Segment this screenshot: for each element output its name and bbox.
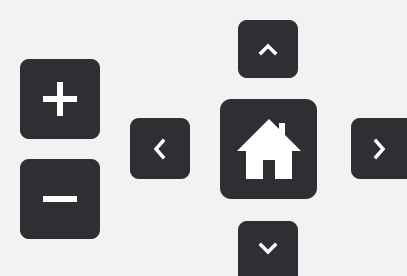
chevron-down-icon — [257, 241, 279, 257]
chevron-right-icon — [371, 137, 387, 161]
pan-up-button[interactable] — [238, 20, 298, 78]
zoom-in-button[interactable] — [20, 59, 100, 139]
pan-right-button[interactable] — [351, 118, 407, 179]
chevron-up-icon — [257, 41, 279, 57]
plus-icon — [40, 79, 80, 119]
chevron-left-icon — [152, 137, 168, 161]
minus-icon — [40, 179, 80, 219]
pan-left-button[interactable] — [130, 118, 190, 179]
home-button[interactable] — [220, 99, 317, 199]
pan-down-button[interactable] — [238, 221, 298, 276]
zoom-out-button[interactable] — [20, 159, 100, 239]
home-icon — [233, 113, 305, 185]
